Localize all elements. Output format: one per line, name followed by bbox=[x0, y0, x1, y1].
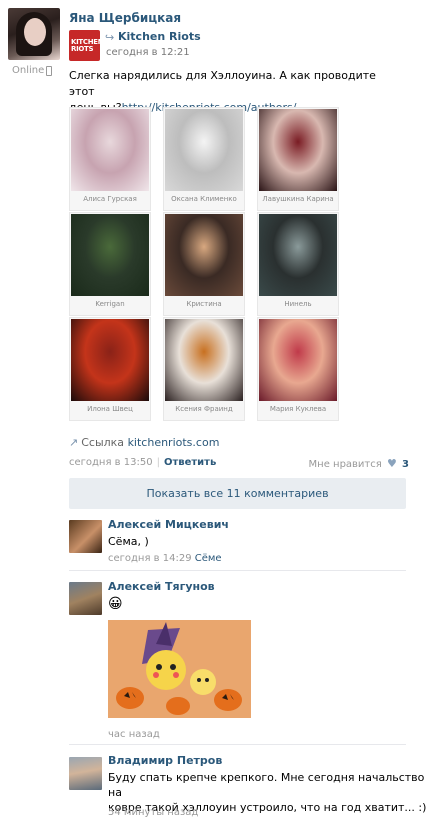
comment-time[interactable]: час назад bbox=[108, 729, 160, 740]
author-avatar[interactable] bbox=[8, 8, 60, 60]
reply-button[interactable]: Ответить bbox=[164, 457, 216, 468]
photo-image[interactable] bbox=[259, 319, 337, 401]
photo-tile[interactable]: Кристина bbox=[163, 212, 245, 316]
heart-icon: ♥ bbox=[386, 457, 397, 470]
divider bbox=[69, 744, 406, 745]
like-label: Мне нравится bbox=[308, 459, 382, 470]
show-all-comments-button[interactable]: Показать все 11 комментариев bbox=[69, 478, 406, 509]
photo-image[interactable] bbox=[259, 109, 337, 191]
photo-tile[interactable]: Нинель bbox=[257, 212, 339, 316]
repost-time[interactable]: сегодня в 12:21 bbox=[106, 47, 190, 58]
comment-avatar[interactable] bbox=[69, 520, 102, 553]
photo-caption: Лавушкина Карина bbox=[262, 195, 334, 203]
post-meta: сегодня в 13:50 | Ответить bbox=[69, 457, 217, 468]
comment-time[interactable]: 54 минуты назад bbox=[108, 807, 198, 818]
photo-tile[interactable]: Kerrigan bbox=[69, 212, 151, 316]
photo-tile[interactable]: Илона Швец bbox=[69, 317, 151, 421]
photo-tile[interactable]: Мария Куклева bbox=[257, 317, 339, 421]
photo-caption: Кристина bbox=[186, 300, 222, 308]
photo-image[interactable] bbox=[165, 214, 243, 296]
photo-tile[interactable]: Оксана Клименко bbox=[163, 107, 245, 211]
divider bbox=[69, 570, 406, 571]
comment-author[interactable]: Владимир Петров bbox=[108, 754, 222, 767]
repost-source-name[interactable]: Kitchen Riots bbox=[118, 30, 201, 43]
photo-image[interactable] bbox=[71, 319, 149, 401]
photo-image[interactable] bbox=[71, 109, 149, 191]
comment-author[interactable]: Алексей Тягунов bbox=[108, 580, 215, 593]
like-count: 3 bbox=[402, 459, 409, 470]
link-arrow-icon: ↗ bbox=[69, 436, 79, 449]
photo-image[interactable] bbox=[165, 109, 243, 191]
photo-caption: Нинель bbox=[284, 300, 312, 308]
photo-caption: Kerrigan bbox=[95, 300, 125, 308]
photo-caption: Илона Швец bbox=[87, 405, 133, 413]
logo-text: KITCHEN RIOTS bbox=[71, 38, 104, 53]
post-time[interactable]: сегодня в 13:50 bbox=[69, 457, 153, 468]
comment-time[interactable]: сегодня в 14:29 bbox=[108, 553, 192, 564]
comment-text-line1: Буду спать крепче крепкого. Мне сегодня … bbox=[108, 771, 425, 799]
photo-caption: Мария Куклева bbox=[269, 405, 327, 413]
repost-arrow-icon: ↪ bbox=[105, 31, 115, 44]
attachment-link-row[interactable]: ↗ Ссылка kitchenriots.com bbox=[69, 436, 219, 449]
post-text-line1: Слегка нарядились для Хэллоуина. А как п… bbox=[69, 69, 376, 98]
link-prefix: Ссылка bbox=[81, 436, 125, 449]
photo-image[interactable] bbox=[71, 214, 149, 296]
comment-avatar[interactable] bbox=[69, 582, 102, 615]
photo-caption: Алиса Гурская bbox=[83, 195, 137, 203]
photo-image[interactable] bbox=[259, 214, 337, 296]
pikachu-halloween-image[interactable] bbox=[108, 620, 251, 718]
photo-tile[interactable]: Ксения Фраинд bbox=[163, 317, 245, 421]
comment-meta: сегодня в 14:29 Сёме bbox=[108, 553, 222, 564]
photo-caption: Ксения Фраинд bbox=[175, 405, 233, 413]
comment-author[interactable]: Алексей Мицкевич bbox=[108, 518, 229, 531]
mobile-icon bbox=[46, 66, 52, 76]
comment-reply-to[interactable]: Сёме bbox=[195, 553, 222, 564]
photo-image[interactable] bbox=[165, 319, 243, 401]
photo-caption: Оксана Клименко bbox=[171, 195, 237, 203]
link-domain[interactable]: kitchenriots.com bbox=[128, 436, 220, 449]
comment-text: Сёма, ) bbox=[108, 535, 149, 548]
author-name[interactable]: Яна Щербицкая bbox=[69, 11, 181, 25]
online-status: Online bbox=[12, 65, 45, 76]
like-button[interactable]: Мне нравится ♥ 3 bbox=[309, 457, 409, 470]
comment-avatar[interactable] bbox=[69, 757, 102, 790]
smile-emoji-icon: 😀 bbox=[108, 596, 123, 612]
photo-tile[interactable]: Лавушкина Карина bbox=[257, 107, 339, 211]
repost-source-logo[interactable]: KITCHEN RIOTS bbox=[69, 30, 104, 61]
photo-tile[interactable]: Алиса Гурская bbox=[69, 107, 151, 211]
